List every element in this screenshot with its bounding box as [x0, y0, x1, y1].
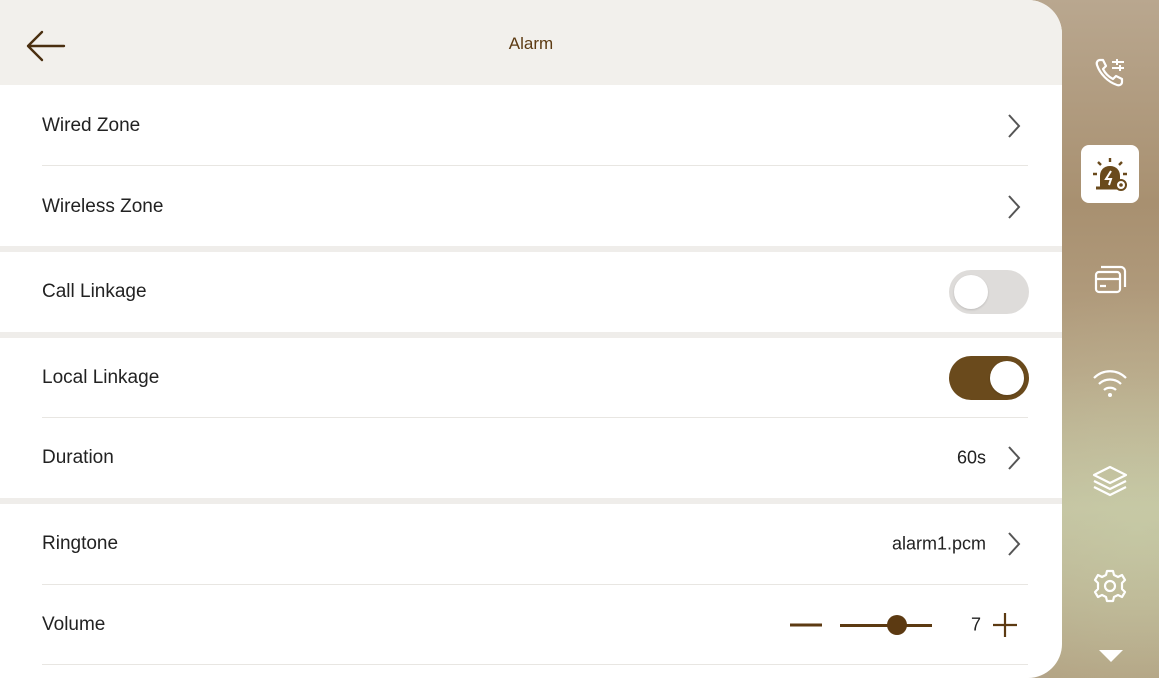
- sidebar-item-alarm[interactable]: [1081, 145, 1139, 203]
- local-linkage-label: Local Linkage: [42, 367, 160, 388]
- triangle-down-icon[interactable]: [1099, 650, 1123, 662]
- alarm-settings-icon: [1093, 158, 1127, 191]
- volume-value: 7: [971, 614, 982, 635]
- wired-zone-row[interactable]: Wired Zone: [0, 85, 1062, 167]
- sidebar-item-layers[interactable]: [1082, 453, 1138, 509]
- sidebar-item-network[interactable]: [1082, 355, 1138, 411]
- ringtone-label: Ringtone: [42, 533, 119, 554]
- local-linkage-toggle[interactable]: [949, 356, 1029, 400]
- toggle-knob: [954, 275, 988, 309]
- settings-panel: Alarm Wired Zone Wireless Zone Call Link…: [0, 0, 1062, 678]
- page-title: Alarm: [508, 34, 554, 53]
- volume-decrease-button[interactable]: [790, 623, 822, 627]
- volume-label: Volume: [42, 614, 106, 635]
- sidebar-item-call[interactable]: [1082, 44, 1138, 100]
- sidebar-item-card[interactable]: [1082, 252, 1138, 308]
- toggle-knob: [990, 361, 1024, 395]
- duration-row[interactable]: Duration 60s: [0, 418, 1062, 498]
- chevron-right-icon: [1008, 195, 1021, 219]
- call-linkage-row: Call Linkage: [0, 252, 1062, 332]
- call-settings-icon: [1095, 58, 1124, 87]
- card-icon: [1094, 265, 1127, 294]
- header-bar: Alarm: [0, 0, 1062, 85]
- slider-thumb[interactable]: [887, 615, 907, 635]
- layers-icon: [1092, 465, 1128, 497]
- local-linkage-row: Local Linkage: [0, 338, 1062, 418]
- slider-track-filled: [840, 624, 890, 627]
- wired-zone-label: Wired Zone: [42, 115, 141, 136]
- slider-track-empty: [904, 624, 932, 627]
- chevron-right-icon: [1008, 532, 1021, 556]
- volume-row: Volume 7: [0, 585, 1062, 665]
- ringtone-value: alarm1.pcm: [891, 533, 986, 554]
- call-linkage-label: Call Linkage: [42, 281, 147, 302]
- divider: [42, 664, 1028, 665]
- duration-label: Duration: [42, 447, 114, 468]
- wireless-zone-label: Wireless Zone: [42, 196, 164, 217]
- duration-value: 60s: [956, 447, 986, 468]
- wifi-icon: [1093, 370, 1127, 397]
- volume-increase-button[interactable]: [991, 611, 1019, 639]
- chevron-right-icon: [1008, 446, 1021, 470]
- volume-slider[interactable]: [840, 615, 932, 635]
- chevron-right-icon: [1008, 114, 1021, 138]
- sidebar-item-settings[interactable]: [1082, 558, 1138, 614]
- ringtone-row[interactable]: Ringtone alarm1.pcm: [0, 504, 1062, 584]
- gear-icon: [1093, 569, 1127, 603]
- wireless-zone-row[interactable]: Wireless Zone: [0, 166, 1062, 248]
- call-linkage-toggle[interactable]: [949, 270, 1029, 314]
